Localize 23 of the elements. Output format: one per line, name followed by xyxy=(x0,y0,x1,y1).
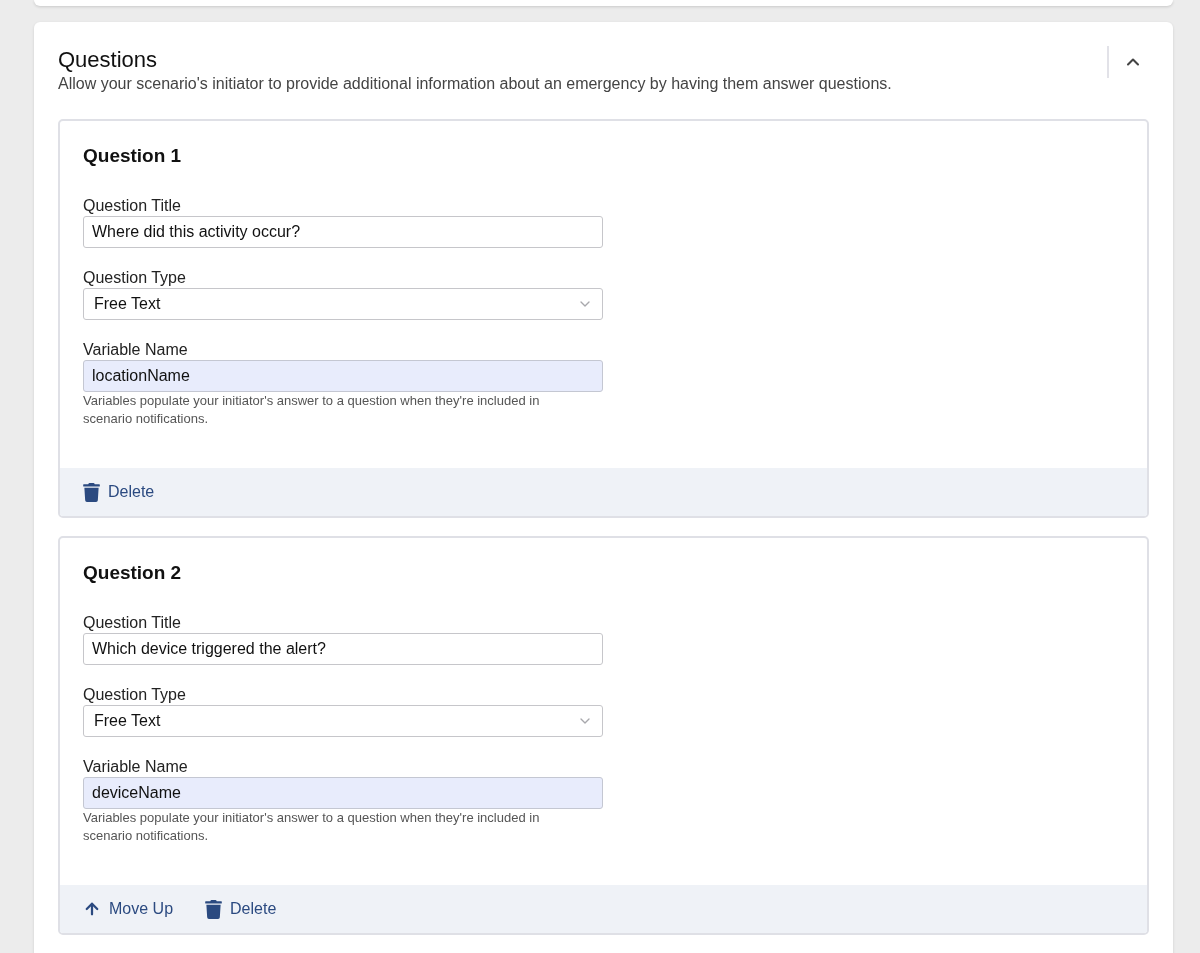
text-field[interactable]: Which device triggered the alert? xyxy=(83,633,603,665)
help-text: Variables populate your initiator's answer to a question when they're included in scenario notifications. xyxy=(83,809,541,845)
delete-button[interactable]: Delete xyxy=(83,480,155,504)
field-label: Question Title xyxy=(83,196,182,216)
question-heading: Question 1 xyxy=(83,144,183,168)
section-description: Allow your scenario's initiator to provide additional information about an emergency by having them answer questions. xyxy=(58,74,892,94)
field-label: Question Type xyxy=(83,268,187,288)
field-label: Variable Name xyxy=(83,757,189,777)
move-up-button[interactable]: Move Up xyxy=(83,897,174,921)
field-label: Question Type xyxy=(83,685,187,705)
question-heading: Question 2 xyxy=(83,561,183,585)
select-field[interactable]: Free Text xyxy=(83,288,603,320)
text-field[interactable]: Where did this activity occur? xyxy=(83,216,603,248)
field-label: Question Title xyxy=(83,613,182,633)
text-field[interactable]: deviceName xyxy=(83,777,603,809)
trash-icon xyxy=(83,482,100,502)
select-field[interactable]: Free Text xyxy=(83,705,603,737)
text-field[interactable]: locationName xyxy=(83,360,603,392)
section-title: Questions xyxy=(58,46,159,74)
delete-button[interactable]: Delete xyxy=(205,897,277,921)
field-label: Variable Name xyxy=(83,340,189,360)
trash-icon xyxy=(205,899,223,919)
help-text: Variables populate your initiator's answer to a question when they're included in scenario notifications. xyxy=(83,392,541,428)
